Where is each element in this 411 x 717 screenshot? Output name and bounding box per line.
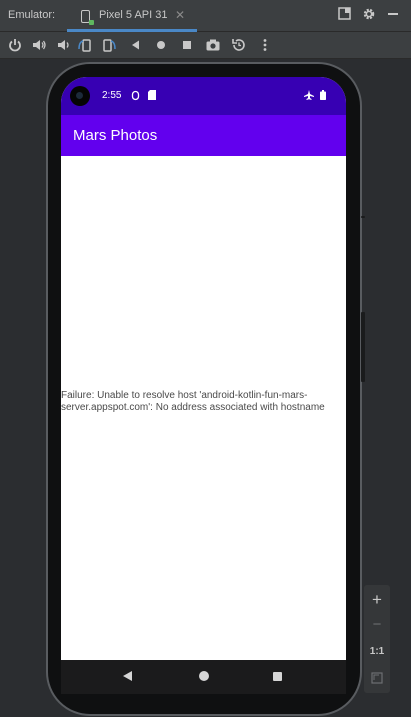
restore-window-icon[interactable] — [336, 7, 352, 23]
home-icon[interactable] — [153, 37, 169, 53]
emulator-toolbar — [0, 32, 411, 59]
device-icon — [81, 10, 94, 25]
device-side-button — [361, 216, 365, 218]
emulator-tab-bar: Emulator: Pixel 5 API 31 ✕ — [0, 0, 411, 32]
status-time: 2:55 — [102, 90, 122, 101]
power-icon[interactable] — [7, 37, 23, 53]
nav-bar — [61, 660, 346, 694]
fit-screen-icon[interactable] — [364, 671, 390, 689]
back-triangle-icon[interactable] — [123, 671, 132, 681]
airplane-icon — [304, 90, 314, 104]
zoom-in-button[interactable]: + — [364, 590, 390, 610]
sim-card-icon — [148, 90, 156, 104]
minimize-icon[interactable] — [385, 7, 401, 23]
emulator-label: Emulator: — [8, 9, 56, 21]
recents-square-icon[interactable] — [273, 672, 282, 681]
gear-icon[interactable] — [361, 7, 377, 23]
device-volume-rocker — [361, 312, 365, 382]
rotate-left-icon[interactable] — [77, 37, 93, 53]
tab-device-label: Pixel 5 API 31 — [99, 9, 168, 21]
back-icon[interactable] — [127, 37, 143, 53]
app-content: Failure: Unable to resolve host 'android… — [61, 156, 346, 660]
battery-icon — [320, 90, 326, 104]
status-bar: 2:55 — [61, 77, 346, 115]
zoom-panel: + − 1:1 — [364, 585, 390, 693]
zoom-out-button[interactable]: − — [364, 616, 390, 633]
zoom-one-to-one-button[interactable]: 1:1 — [364, 646, 390, 657]
overview-icon[interactable] — [179, 37, 195, 53]
snapshot-icon[interactable] — [231, 37, 247, 53]
more-icon[interactable] — [257, 37, 273, 53]
volume-up-icon[interactable] — [31, 37, 47, 53]
device-screen[interactable]: 2:55 Mars Photos Failure: Unable to reso… — [61, 77, 346, 660]
camera-icon[interactable] — [205, 37, 221, 53]
volume-down-icon[interactable] — [55, 37, 71, 53]
rotate-right-icon[interactable] — [101, 37, 117, 53]
tab-device[interactable]: Pixel 5 API 31 ✕ — [67, 0, 197, 32]
home-circle-icon[interactable] — [199, 671, 209, 681]
close-icon[interactable]: ✕ — [175, 8, 185, 22]
error-message: Failure: Unable to resolve host 'android… — [61, 390, 325, 413]
app-title: Mars Photos — [73, 127, 158, 144]
app-bar: Mars Photos — [61, 115, 346, 156]
front-camera — [70, 86, 90, 106]
location-icon — [131, 90, 140, 105]
